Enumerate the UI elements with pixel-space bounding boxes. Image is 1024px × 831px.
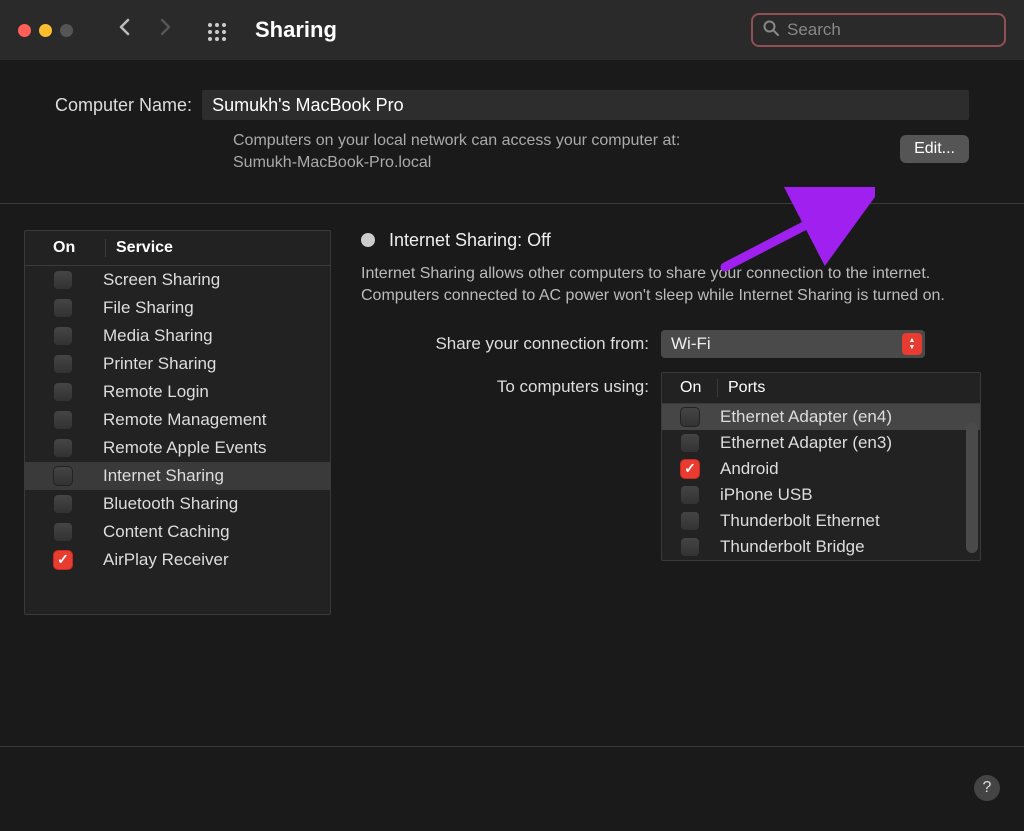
service-row[interactable]: Screen Sharing xyxy=(25,266,330,294)
search-input[interactable] xyxy=(787,20,994,40)
service-checkbox[interactable] xyxy=(53,438,73,458)
service-label: Bluetooth Sharing xyxy=(73,494,238,514)
main-content: On Service Screen Sharing File Sharing Med… xyxy=(0,230,1024,615)
port-row[interactable]: iPhone USB xyxy=(662,482,980,508)
port-row[interactable]: Ethernet Adapter (en4) xyxy=(662,404,980,430)
services-on-header: On xyxy=(25,239,105,257)
service-label: AirPlay Receiver xyxy=(73,550,229,570)
services-panel: On Service Screen Sharing File Sharing Med… xyxy=(24,230,331,615)
service-checkbox[interactable] xyxy=(53,522,73,542)
nav-arrows xyxy=(118,18,172,42)
port-label: Thunderbolt Ethernet xyxy=(700,511,880,531)
search-icon xyxy=(763,20,779,41)
port-row[interactable]: Ethernet Adapter (en3) xyxy=(662,430,980,456)
services-list: Screen Sharing File Sharing Media Sharing P… xyxy=(25,266,330,614)
service-row[interactable]: Bluetooth Sharing xyxy=(25,490,330,518)
ports-scrollbar[interactable] xyxy=(966,423,978,553)
port-checkbox[interactable] xyxy=(680,485,700,505)
back-button[interactable] xyxy=(118,18,130,42)
section-divider xyxy=(0,203,1024,204)
service-row[interactable]: File Sharing xyxy=(25,294,330,322)
service-checkbox[interactable] xyxy=(53,354,73,374)
service-label: File Sharing xyxy=(73,298,194,318)
service-row[interactable]: AirPlay Receiver xyxy=(25,546,330,574)
service-checkbox[interactable] xyxy=(53,270,73,290)
port-checkbox[interactable] xyxy=(680,433,700,453)
service-checkbox[interactable] xyxy=(53,326,73,346)
port-row[interactable]: Thunderbolt Ethernet xyxy=(662,508,980,534)
port-checkbox[interactable] xyxy=(680,459,700,479)
computer-name-section: Computer Name: Computers on your local n… xyxy=(0,60,1024,203)
computer-name-desc-line1: Computers on your local network can acce… xyxy=(233,130,969,152)
service-label: Screen Sharing xyxy=(73,270,220,290)
ports-list: Ethernet Adapter (en4) Ethernet Adapter (… xyxy=(662,404,980,560)
bottom-divider xyxy=(0,746,1024,747)
port-row[interactable]: Thunderbolt Bridge xyxy=(662,534,980,560)
forward-button[interactable] xyxy=(160,18,172,42)
service-label: Remote Apple Events xyxy=(73,438,266,458)
port-label: Android xyxy=(700,459,779,479)
port-label: iPhone USB xyxy=(700,485,813,505)
service-checkbox[interactable] xyxy=(53,550,73,570)
service-label: Content Caching xyxy=(73,522,230,542)
status-description: Internet Sharing allows other computers … xyxy=(361,263,1000,308)
service-checkbox[interactable] xyxy=(53,466,73,486)
computer-name-input[interactable] xyxy=(202,90,969,120)
edit-hostname-button[interactable]: Edit... xyxy=(900,135,969,163)
service-row[interactable]: Remote Login xyxy=(25,378,330,406)
service-row[interactable]: Content Caching xyxy=(25,518,330,546)
minimize-window-button[interactable] xyxy=(39,24,52,37)
ports-panel: On Ports Ethernet Adapter (en4)Ethernet … xyxy=(661,372,981,561)
service-checkbox[interactable] xyxy=(53,298,73,318)
search-box[interactable] xyxy=(751,13,1006,47)
service-row[interactable]: Remote Management xyxy=(25,406,330,434)
title-bar: Sharing xyxy=(0,0,1024,60)
select-arrows-icon xyxy=(902,333,922,355)
port-row[interactable]: Android xyxy=(662,456,980,482)
service-label: Media Sharing xyxy=(73,326,213,346)
service-checkbox[interactable] xyxy=(53,382,73,402)
port-checkbox[interactable] xyxy=(680,537,700,557)
port-label: Ethernet Adapter (en4) xyxy=(700,407,892,427)
service-label: Remote Login xyxy=(73,382,209,402)
status-indicator-icon xyxy=(361,233,375,247)
service-checkbox[interactable] xyxy=(53,494,73,514)
share-from-select[interactable]: Wi-Fi xyxy=(661,330,925,358)
service-row[interactable]: Media Sharing xyxy=(25,322,330,350)
services-service-header: Service xyxy=(105,239,173,257)
computer-name-label: Computer Name: xyxy=(55,95,192,116)
port-checkbox[interactable] xyxy=(680,511,700,531)
service-row[interactable]: Internet Sharing xyxy=(25,462,330,490)
show-all-icon[interactable] xyxy=(207,19,227,42)
service-row[interactable]: Remote Apple Events xyxy=(25,434,330,462)
help-button[interactable]: ? xyxy=(974,775,1000,801)
service-label: Remote Management xyxy=(73,410,266,430)
close-window-button[interactable] xyxy=(18,24,31,37)
service-checkbox[interactable] xyxy=(53,410,73,430)
port-label: Ethernet Adapter (en3) xyxy=(700,433,892,453)
port-label: Thunderbolt Bridge xyxy=(700,537,865,557)
ports-on-header: On xyxy=(662,379,717,397)
port-checkbox[interactable] xyxy=(680,407,700,427)
to-computers-label: To computers using: xyxy=(361,372,661,397)
window-title: Sharing xyxy=(255,17,337,43)
maximize-window-button[interactable] xyxy=(60,24,73,37)
service-row[interactable]: Printer Sharing xyxy=(25,350,330,378)
service-label: Internet Sharing xyxy=(73,466,224,486)
service-label: Printer Sharing xyxy=(73,354,216,374)
status-title: Internet Sharing: Off xyxy=(389,230,551,251)
window-controls xyxy=(18,24,73,37)
computer-name-desc-line2: Sumukh-MacBook-Pro.local xyxy=(233,152,969,174)
detail-panel: Internet Sharing: Off Internet Sharing a… xyxy=(361,230,1000,615)
share-from-value: Wi-Fi xyxy=(671,334,711,353)
share-from-label: Share your connection from: xyxy=(361,334,661,354)
ports-ports-header: Ports xyxy=(717,379,765,397)
